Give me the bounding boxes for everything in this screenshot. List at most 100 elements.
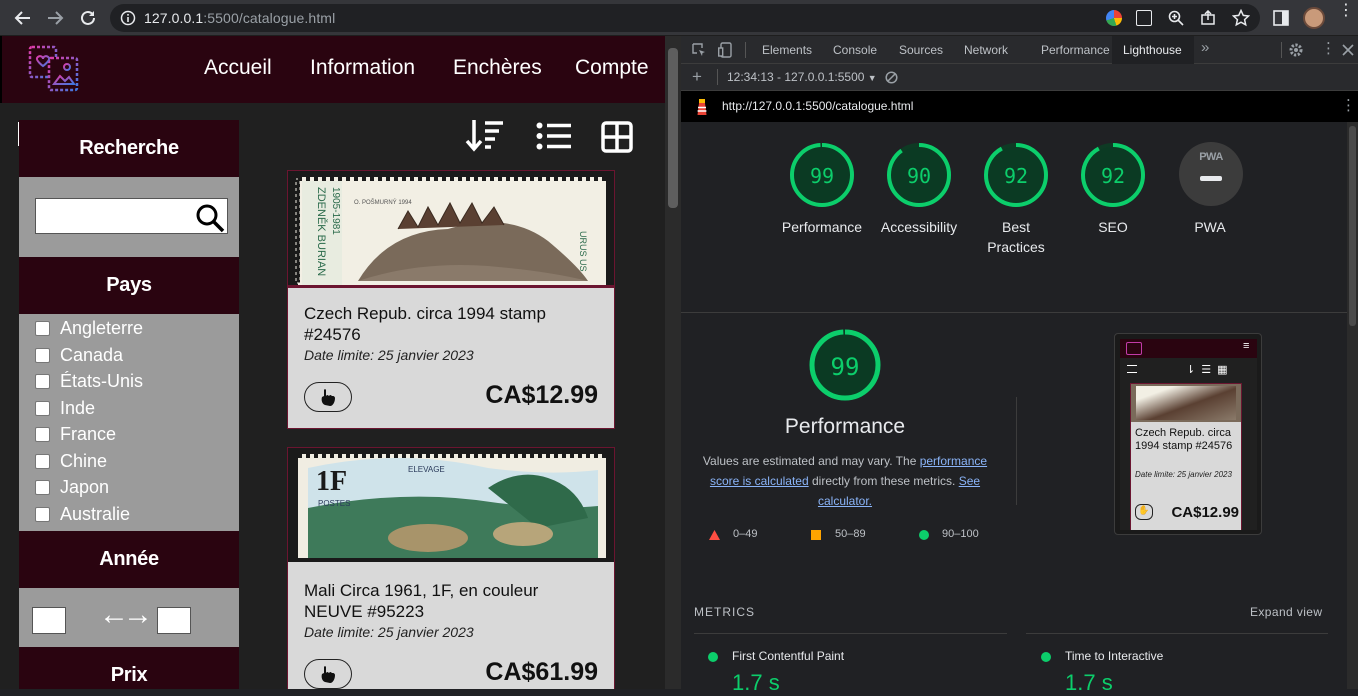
report-select[interactable]: 12:34:13 - 127.0.0.1:5500 ▼: [727, 70, 877, 84]
score-gauge[interactable]: 92: [983, 142, 1049, 208]
report-menu-icon[interactable]: ⋮: [1341, 98, 1356, 113]
country-label: Japon: [60, 476, 110, 497]
checkbox[interactable]: [35, 426, 50, 442]
metrics-heading: METRICS: [694, 605, 755, 619]
score-gauge[interactable]: 99: [789, 142, 855, 208]
back-icon[interactable]: [10, 5, 36, 31]
country-option[interactable]: Angleterre: [35, 316, 143, 340]
reload-icon[interactable]: [75, 5, 101, 31]
bookmark-star-icon[interactable]: [1232, 9, 1250, 27]
note-text: Values are estimated and may vary. The: [702, 454, 920, 468]
website-scrollbar[interactable]: [665, 36, 681, 689]
year-heading: Année: [19, 531, 239, 588]
country-option[interactable]: Canada: [35, 343, 123, 367]
year-to-input[interactable]: [157, 607, 191, 634]
tab-network[interactable]: Network: [964, 43, 1008, 57]
country-option[interactable]: Chine: [35, 449, 107, 473]
country-option[interactable]: Inde: [35, 396, 95, 420]
thumb-toolbar-icons: ⇂☰▦: [1186, 364, 1234, 376]
checkbox[interactable]: [35, 347, 50, 363]
gauge-label: Best Practices: [987, 219, 1045, 255]
checkbox[interactable]: [35, 320, 50, 336]
new-report-icon[interactable]: +: [692, 67, 702, 87]
tab-lighthouse[interactable]: Lighthouse: [1112, 36, 1194, 64]
tab-performance[interactable]: Performance: [1041, 43, 1110, 57]
nav-information[interactable]: Information: [310, 56, 415, 80]
checkbox[interactable]: [35, 373, 50, 389]
report-scrollbar[interactable]: [1347, 122, 1358, 689]
pwa-badge-text: PWA: [1199, 151, 1223, 163]
expand-view-toggle[interactable]: Expand view: [1250, 605, 1322, 619]
device-toggle-icon[interactable]: [718, 42, 732, 58]
thumb-card-title: Czech Repub. circa 1994 stamp #24576: [1135, 427, 1233, 452]
more-tabs-icon[interactable]: »: [1201, 39, 1209, 56]
country-label: Inde: [60, 397, 96, 418]
report-url[interactable]: http://127.0.0.1:5500/catalogue.html: [722, 99, 913, 113]
inspect-icon[interactable]: [692, 43, 706, 57]
profile-avatar[interactable]: [1303, 7, 1325, 29]
scrollbar-thumb[interactable]: [668, 48, 678, 208]
browser-menu-icon[interactable]: ⋮: [1338, 3, 1354, 19]
country-label: Chine: [60, 450, 108, 471]
sort-icon[interactable]: [465, 118, 505, 152]
legend-pass: 90–100: [942, 528, 979, 540]
pwa-badge[interactable]: PWA: [1179, 142, 1243, 206]
share-icon[interactable]: [1200, 10, 1216, 26]
pass-circle-icon: [708, 652, 718, 662]
stamp-card[interactable]: ZDENĚK BURIAN 1905-1981 O. POŠMURNÝ 1994…: [287, 170, 615, 429]
list-view-icon[interactable]: [536, 122, 572, 150]
country-option[interactable]: France: [35, 422, 116, 446]
checkbox[interactable]: [35, 479, 50, 495]
country-option[interactable]: Japon: [35, 475, 109, 499]
legend-average: 50–89: [835, 528, 866, 540]
fail-triangle-icon: [709, 530, 720, 540]
url-host: 127.0.0.1: [144, 10, 204, 26]
card-title[interactable]: Czech Repub. circa 1994 stamp #24576: [304, 303, 594, 345]
site-logo-icon[interactable]: [27, 44, 81, 94]
score-gauge[interactable]: 90: [886, 142, 952, 208]
settings-gear-icon[interactable]: [1288, 42, 1304, 58]
card-deadline: Date limite: 25 janvier 2023: [304, 624, 474, 640]
report-scrollbar-thumb[interactable]: [1349, 126, 1356, 326]
tab-console[interactable]: Console: [833, 43, 877, 57]
grid-view-icon[interactable]: [601, 121, 633, 153]
country-option[interactable]: États-Unis: [35, 369, 143, 393]
nav-compte[interactable]: Compte: [575, 56, 649, 80]
checkbox[interactable]: [35, 400, 50, 416]
url-text: 127.0.0.1:5500/catalogue.html: [144, 10, 335, 26]
devtools-menu-icon[interactable]: ⋮: [1321, 41, 1336, 56]
sidebar-toggle-icon[interactable]: [1273, 10, 1289, 26]
card-price: CA$61.99: [485, 658, 598, 686]
gauge-score: 92: [1101, 164, 1125, 188]
nav-accueil[interactable]: Accueil: [204, 56, 272, 80]
bid-button[interactable]: [304, 659, 352, 689]
search-icon[interactable]: [195, 203, 225, 233]
stamp-card[interactable]: 1F ELEVAGE POSTES Mali Circa 1961, 1F, e…: [287, 447, 615, 689]
final-screenshot-thumbnail[interactable]: ≡ ⇂☰▦ Czech Repub. circa 1994 stamp #245…: [1114, 333, 1262, 535]
year-from-input[interactable]: [32, 607, 66, 634]
checkbox[interactable]: [35, 506, 50, 522]
nav-encheres[interactable]: Enchères: [453, 56, 542, 80]
devtools-panel: Elements Console Sources Network Perform…: [681, 36, 1358, 695]
google-icon[interactable]: [1106, 10, 1122, 26]
card-title[interactable]: Mali Circa 1961, 1F, en couleur NEUVE #9…: [304, 580, 594, 622]
translate-icon[interactable]: [1136, 10, 1152, 26]
info-icon[interactable]: [120, 10, 136, 26]
legend-fail: 0–49: [733, 528, 758, 540]
zoom-icon[interactable]: [1168, 10, 1184, 26]
address-bar[interactable]: 127.0.0.1:5500/catalogue.html: [110, 4, 1260, 32]
country-label: Canada: [60, 344, 124, 365]
close-devtools-icon[interactable]: [1342, 44, 1354, 56]
site-navbar: Accueil Information Enchères Compte: [0, 36, 665, 103]
tab-sources[interactable]: Sources: [899, 43, 943, 57]
devtools-tabbar: Elements Console Sources Network Perform…: [681, 36, 1358, 64]
clear-icon[interactable]: [885, 71, 898, 84]
score-gauge[interactable]: 92: [1080, 142, 1146, 208]
bid-button[interactable]: [304, 382, 352, 412]
tab-elements[interactable]: Elements: [762, 43, 812, 57]
forward-icon[interactable]: [42, 5, 68, 31]
lighthouse-logo-icon: [697, 99, 707, 115]
country-option[interactable]: Australie: [35, 502, 130, 526]
checkbox[interactable]: [35, 453, 50, 469]
pwa-dash-icon: [1200, 176, 1222, 181]
